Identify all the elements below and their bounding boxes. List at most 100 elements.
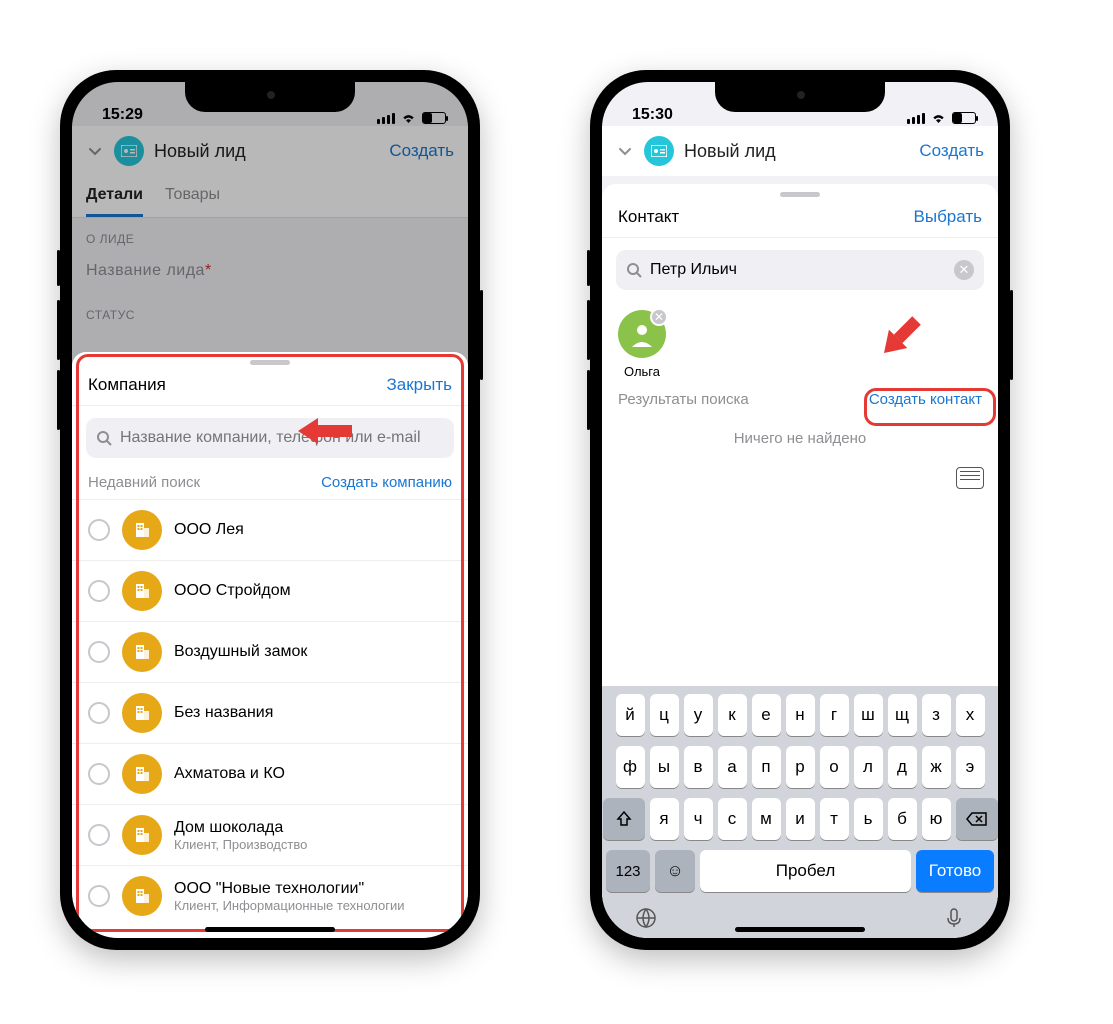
page-title: Новый лид — [684, 141, 909, 162]
key[interactable]: ю — [922, 798, 951, 840]
empty-state: Ничего не найдено — [602, 416, 998, 461]
results-label: Результаты поиска — [618, 391, 749, 408]
status-time: 15:30 — [632, 106, 673, 124]
radio-icon[interactable] — [88, 763, 110, 785]
key[interactable]: з — [922, 694, 951, 736]
search-icon — [96, 430, 112, 446]
search-input[interactable]: ✕ — [616, 250, 984, 290]
list-item[interactable]: ООО "Новые технологии"Клиент, Информацио… — [72, 865, 468, 926]
keyboard: й ц у к е н г ш щ з х ф ы в а п — [602, 686, 998, 938]
list-item[interactable]: Воздушный замок — [72, 621, 468, 682]
key[interactable]: ж — [922, 746, 951, 788]
radio-icon[interactable] — [88, 580, 110, 602]
create-button[interactable]: Создать — [919, 141, 984, 161]
key[interactable]: д — [888, 746, 917, 788]
key[interactable]: и — [786, 798, 815, 840]
building-icon — [122, 815, 162, 855]
list-item[interactable]: ООО Стройдом — [72, 560, 468, 621]
key[interactable]: о — [820, 746, 849, 788]
select-button[interactable]: Выбрать — [914, 207, 982, 227]
company-sheet: Компания Закрыть Недавний поиск Создать … — [72, 352, 468, 938]
key[interactable]: г — [820, 694, 849, 736]
clear-icon[interactable]: ✕ — [954, 260, 974, 280]
home-indicator — [735, 927, 865, 932]
contact-chip[interactable]: ✕ Ольга — [618, 310, 666, 379]
annotation-arrow — [298, 418, 352, 444]
key[interactable]: э — [956, 746, 985, 788]
device-notch — [715, 82, 885, 112]
key[interactable]: у — [684, 694, 713, 736]
key[interactable]: б — [888, 798, 917, 840]
lead-icon — [644, 136, 674, 166]
key[interactable]: в — [684, 746, 713, 788]
radio-icon[interactable] — [88, 885, 110, 907]
device-notch — [185, 82, 355, 112]
key[interactable]: л — [854, 746, 883, 788]
wifi-icon — [930, 112, 947, 124]
phone-mockup-right: 15:30 Новый лид Создать Контакт — [590, 70, 1010, 950]
battery-icon — [952, 112, 976, 124]
chevron-down-icon[interactable] — [616, 142, 634, 160]
key[interactable]: ь — [854, 798, 883, 840]
list-item[interactable]: Без названия — [72, 682, 468, 743]
search-input[interactable] — [86, 418, 454, 458]
key[interactable]: н — [786, 694, 815, 736]
key[interactable]: х — [956, 694, 985, 736]
recent-search-label: Недавний поиск — [88, 474, 200, 491]
remove-chip-icon[interactable]: ✕ — [650, 308, 668, 326]
app-header: Новый лид Создать — [602, 126, 998, 176]
key[interactable]: ч — [684, 798, 713, 840]
numbers-key[interactable]: 123 — [606, 850, 650, 892]
sheet-title: Компания — [88, 375, 166, 395]
building-icon — [122, 632, 162, 672]
globe-icon[interactable] — [634, 906, 658, 930]
close-button[interactable]: Закрыть — [387, 375, 452, 395]
key[interactable]: ш — [854, 694, 883, 736]
radio-icon[interactable] — [88, 702, 110, 724]
building-icon — [122, 754, 162, 794]
list-item[interactable]: ООО Лея — [72, 499, 468, 560]
sheet-handle[interactable] — [780, 192, 820, 197]
list-item[interactable]: Ахматова и КО — [72, 743, 468, 804]
building-icon — [122, 876, 162, 916]
radio-icon[interactable] — [88, 641, 110, 663]
sheet-handle[interactable] — [250, 360, 290, 365]
key[interactable]: е — [752, 694, 781, 736]
search-icon — [626, 262, 642, 278]
key[interactable]: я — [650, 798, 679, 840]
key[interactable]: ц — [650, 694, 679, 736]
sheet-title: Контакт — [618, 207, 679, 227]
key[interactable]: т — [820, 798, 849, 840]
key[interactable]: й — [616, 694, 645, 736]
key[interactable]: к — [718, 694, 747, 736]
building-icon — [122, 510, 162, 550]
company-list: ООО Лея ООО Стройдом Воздушный замок Без… — [72, 499, 468, 926]
contact-sheet: Контакт Выбрать ✕ ✕ Ольга Результаты пои… — [602, 184, 998, 938]
list-item[interactable]: Дом шоколадаКлиент, Производство — [72, 804, 468, 865]
signal-icon — [907, 113, 925, 124]
radio-icon[interactable] — [88, 824, 110, 846]
mic-icon[interactable] — [942, 906, 966, 930]
key[interactable]: с — [718, 798, 747, 840]
space-key[interactable]: Пробел — [700, 850, 911, 892]
key[interactable]: ы — [650, 746, 679, 788]
key[interactable]: п — [752, 746, 781, 788]
key[interactable]: р — [786, 746, 815, 788]
selected-contacts: ✕ Ольга — [602, 302, 998, 387]
backspace-key[interactable] — [956, 798, 998, 840]
done-key[interactable]: Готово — [916, 850, 994, 892]
key[interactable]: а — [718, 746, 747, 788]
key[interactable]: м — [752, 798, 781, 840]
shift-key[interactable] — [603, 798, 645, 840]
phone-mockup-left: 15:29 Новый лид Создать Детали Товары — [60, 70, 480, 950]
radio-icon[interactable] — [88, 519, 110, 541]
create-company-link[interactable]: Создать компанию — [321, 474, 452, 491]
create-contact-link[interactable]: Создать контакт — [869, 391, 982, 408]
keyboard-toggle-icon[interactable] — [956, 467, 984, 489]
key[interactable]: ф — [616, 746, 645, 788]
building-icon — [122, 693, 162, 733]
building-icon — [122, 571, 162, 611]
emoji-key[interactable]: ☺ — [655, 850, 695, 892]
key[interactable]: щ — [888, 694, 917, 736]
keyboard-accessory — [602, 461, 998, 495]
